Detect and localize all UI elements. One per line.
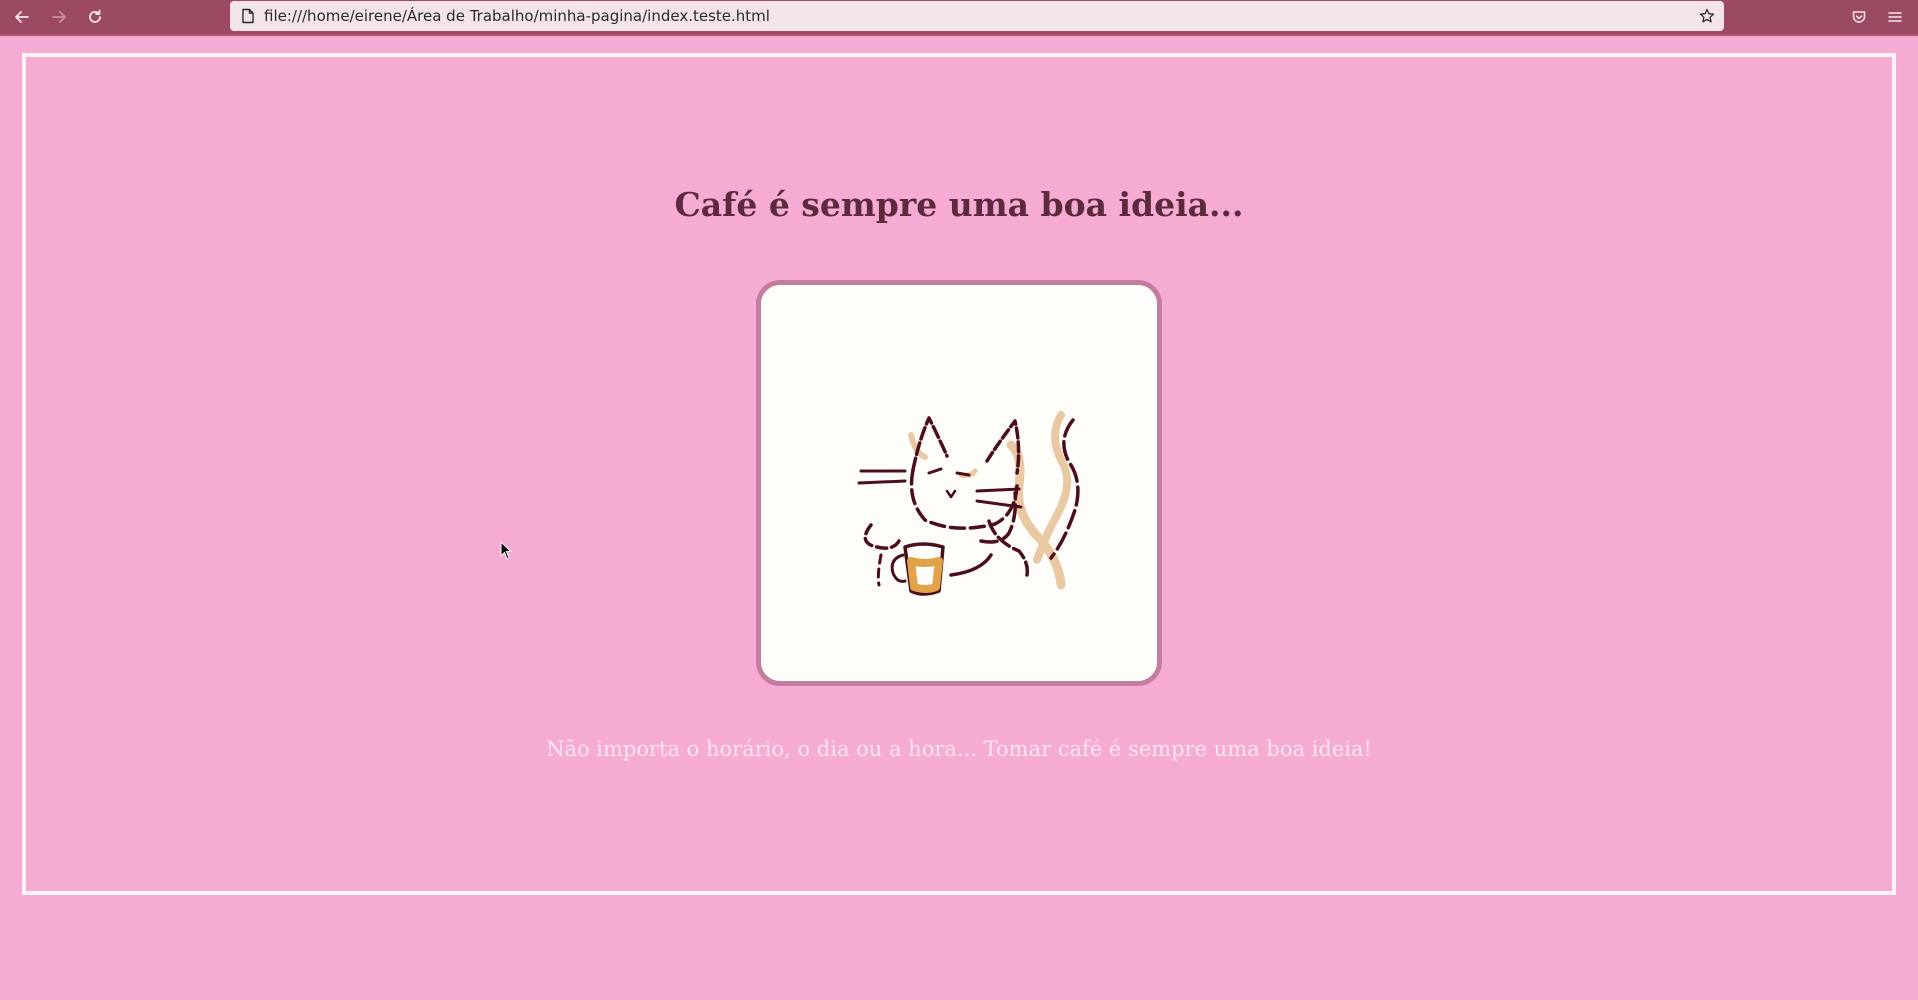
browser-toolbar: file:///home/eirene/Área de Trabalho/min… (0, 0, 1918, 36)
pocket-button[interactable] (1847, 5, 1871, 29)
arrow-left-icon (15, 11, 29, 23)
back-button[interactable] (10, 5, 34, 29)
page-title: Café é sempre uma boa ideia... (674, 185, 1244, 224)
star-icon (1699, 8, 1715, 23)
reload-icon (89, 9, 101, 23)
pocket-icon (1852, 11, 1866, 23)
menu-button[interactable] (1883, 5, 1907, 29)
reload-button[interactable] (83, 5, 107, 29)
address-bar[interactable]: file:///home/eirene/Área de Trabalho/min… (230, 1, 1724, 31)
cat-drinking-coffee-illustration (857, 411, 1080, 596)
hamburger-menu-icon (1888, 12, 1902, 22)
url-text[interactable]: file:///home/eirene/Área de Trabalho/min… (264, 7, 770, 25)
cat-coffee-image (756, 280, 1162, 686)
forward-button[interactable] (47, 5, 71, 29)
arrow-right-icon (52, 11, 66, 23)
bookmark-button[interactable] (1696, 5, 1718, 27)
page-caption: Não importa o horário, o dia ou a hora..… (546, 737, 1372, 761)
mouse-cursor-icon (500, 541, 513, 560)
page-icon (242, 8, 254, 24)
